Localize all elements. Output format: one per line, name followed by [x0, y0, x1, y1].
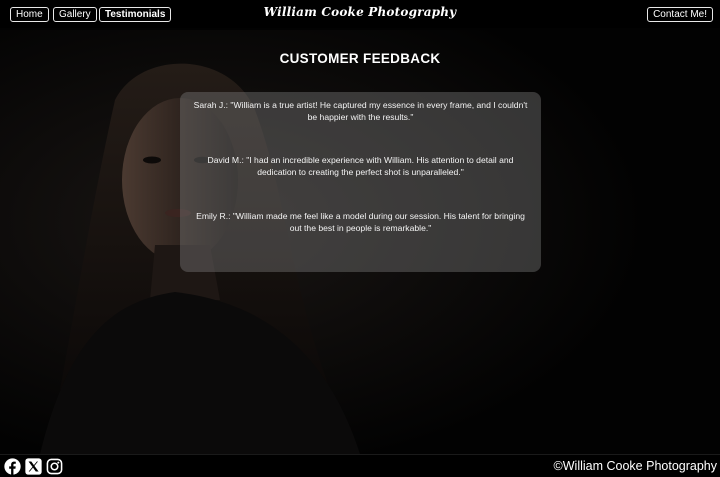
facebook-icon[interactable]	[4, 458, 21, 475]
instagram-icon[interactable]	[46, 458, 63, 475]
testimonial-item: Sarah J.: "William is a true artist! He …	[193, 100, 528, 122]
footer: ©William Cooke Photography	[0, 454, 720, 477]
contact-me-button[interactable]: Contact Me!	[647, 7, 713, 22]
testimonials-card: Sarah J.: "William is a true artist! He …	[180, 92, 541, 272]
page-title: CUSTOMER FEEDBACK	[279, 51, 441, 66]
top-nav: Home Gallery Testimonials William Cooke …	[0, 0, 720, 28]
copyright-text: ©William Cooke Photography	[553, 459, 717, 473]
nav-testimonials-button[interactable]: Testimonials	[99, 7, 172, 22]
page: Home Gallery Testimonials William Cooke …	[0, 0, 720, 477]
testimonial-item: David M.: "I had an incredible experienc…	[207, 155, 514, 177]
nav-gallery-button[interactable]: Gallery	[53, 7, 97, 22]
testimonial-item: Emily R.: "William made me feel like a m…	[196, 211, 525, 233]
nav-home-button[interactable]: Home	[10, 7, 49, 22]
x-icon[interactable]	[25, 458, 42, 475]
